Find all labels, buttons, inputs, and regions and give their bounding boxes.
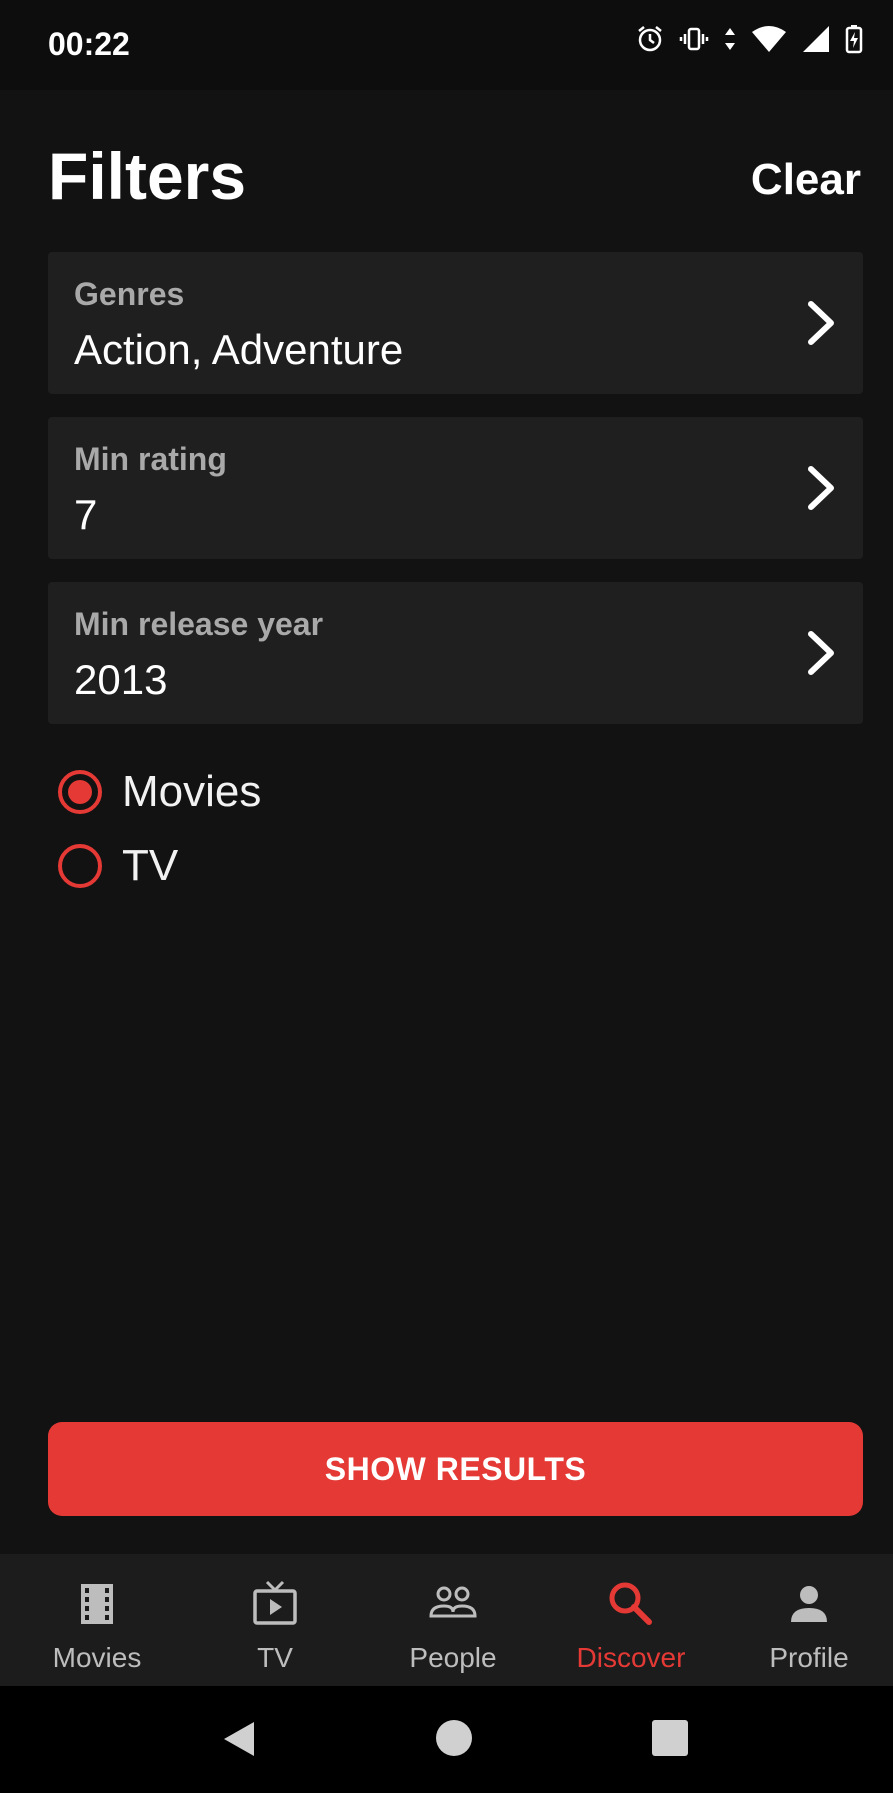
vibrate-icon (679, 24, 709, 59)
show-results-button[interactable]: SHOW RESULTS (48, 1422, 863, 1516)
chevron-right-icon (808, 631, 834, 675)
page-title: Filters (48, 139, 247, 213)
status-icons (635, 24, 863, 59)
tv-radio[interactable]: TV (58, 829, 261, 903)
nav-item-tv[interactable]: TV (186, 1554, 364, 1686)
status-time: 00:22 (48, 26, 130, 62)
nav-item-people[interactable]: People (364, 1554, 542, 1686)
tv-icon (253, 1580, 297, 1625)
signal-icon (801, 24, 831, 59)
home-icon[interactable] (434, 1718, 474, 1758)
status-bar: 00:22 (0, 0, 893, 90)
nav-label: Movies (52, 1642, 142, 1673)
back-icon[interactable] (218, 1718, 260, 1760)
radio-label: TV (122, 841, 179, 890)
search-icon (609, 1582, 652, 1625)
min-rating-filter[interactable]: Min rating 7 (48, 417, 863, 559)
nav-item-movies[interactable]: Movies (8, 1554, 186, 1686)
film-icon (81, 1584, 113, 1624)
people-icon (429, 1586, 477, 1618)
nav-item-discover[interactable]: Discover (542, 1554, 720, 1686)
nav-label: Discover (576, 1642, 686, 1673)
filter-value: 2013 (74, 656, 168, 703)
nav-item-profile[interactable]: Profile (720, 1554, 893, 1686)
chevron-right-icon (808, 466, 834, 510)
chevron-right-icon (808, 301, 834, 345)
data-arrows-icon (723, 24, 737, 59)
alarm-icon (635, 24, 665, 59)
bottom-navigation: Movies TV People Discover Profile (0, 1554, 893, 1686)
clear-button[interactable]: Clear (751, 155, 861, 205)
filter-label: Min rating (74, 441, 227, 477)
nav-label: TV (257, 1642, 293, 1673)
battery-charging-icon (845, 24, 863, 59)
filter-value: 7 (74, 491, 98, 538)
nav-label: People (409, 1642, 497, 1673)
radio-checked-icon (58, 770, 102, 814)
filters-header: Filters Clear (0, 120, 893, 230)
filter-label: Min release year (74, 606, 324, 642)
recents-icon[interactable] (650, 1718, 690, 1758)
movies-radio[interactable]: Movies (58, 755, 261, 829)
genres-filter[interactable]: Genres Action, Adventure (48, 252, 863, 394)
filter-value: Action, Adventure (74, 326, 404, 373)
system-navigation-bar (0, 1686, 893, 1793)
radio-unchecked-icon (58, 844, 102, 888)
filter-label: Genres (74, 276, 185, 312)
person-icon (791, 1586, 827, 1622)
nav-label: Profile (769, 1642, 849, 1673)
min-release-year-filter[interactable]: Min release year 2013 (48, 582, 863, 724)
wifi-icon (751, 24, 787, 59)
radio-label: Movies (122, 767, 262, 816)
media-type-radio-group: Movies TV (58, 755, 261, 903)
